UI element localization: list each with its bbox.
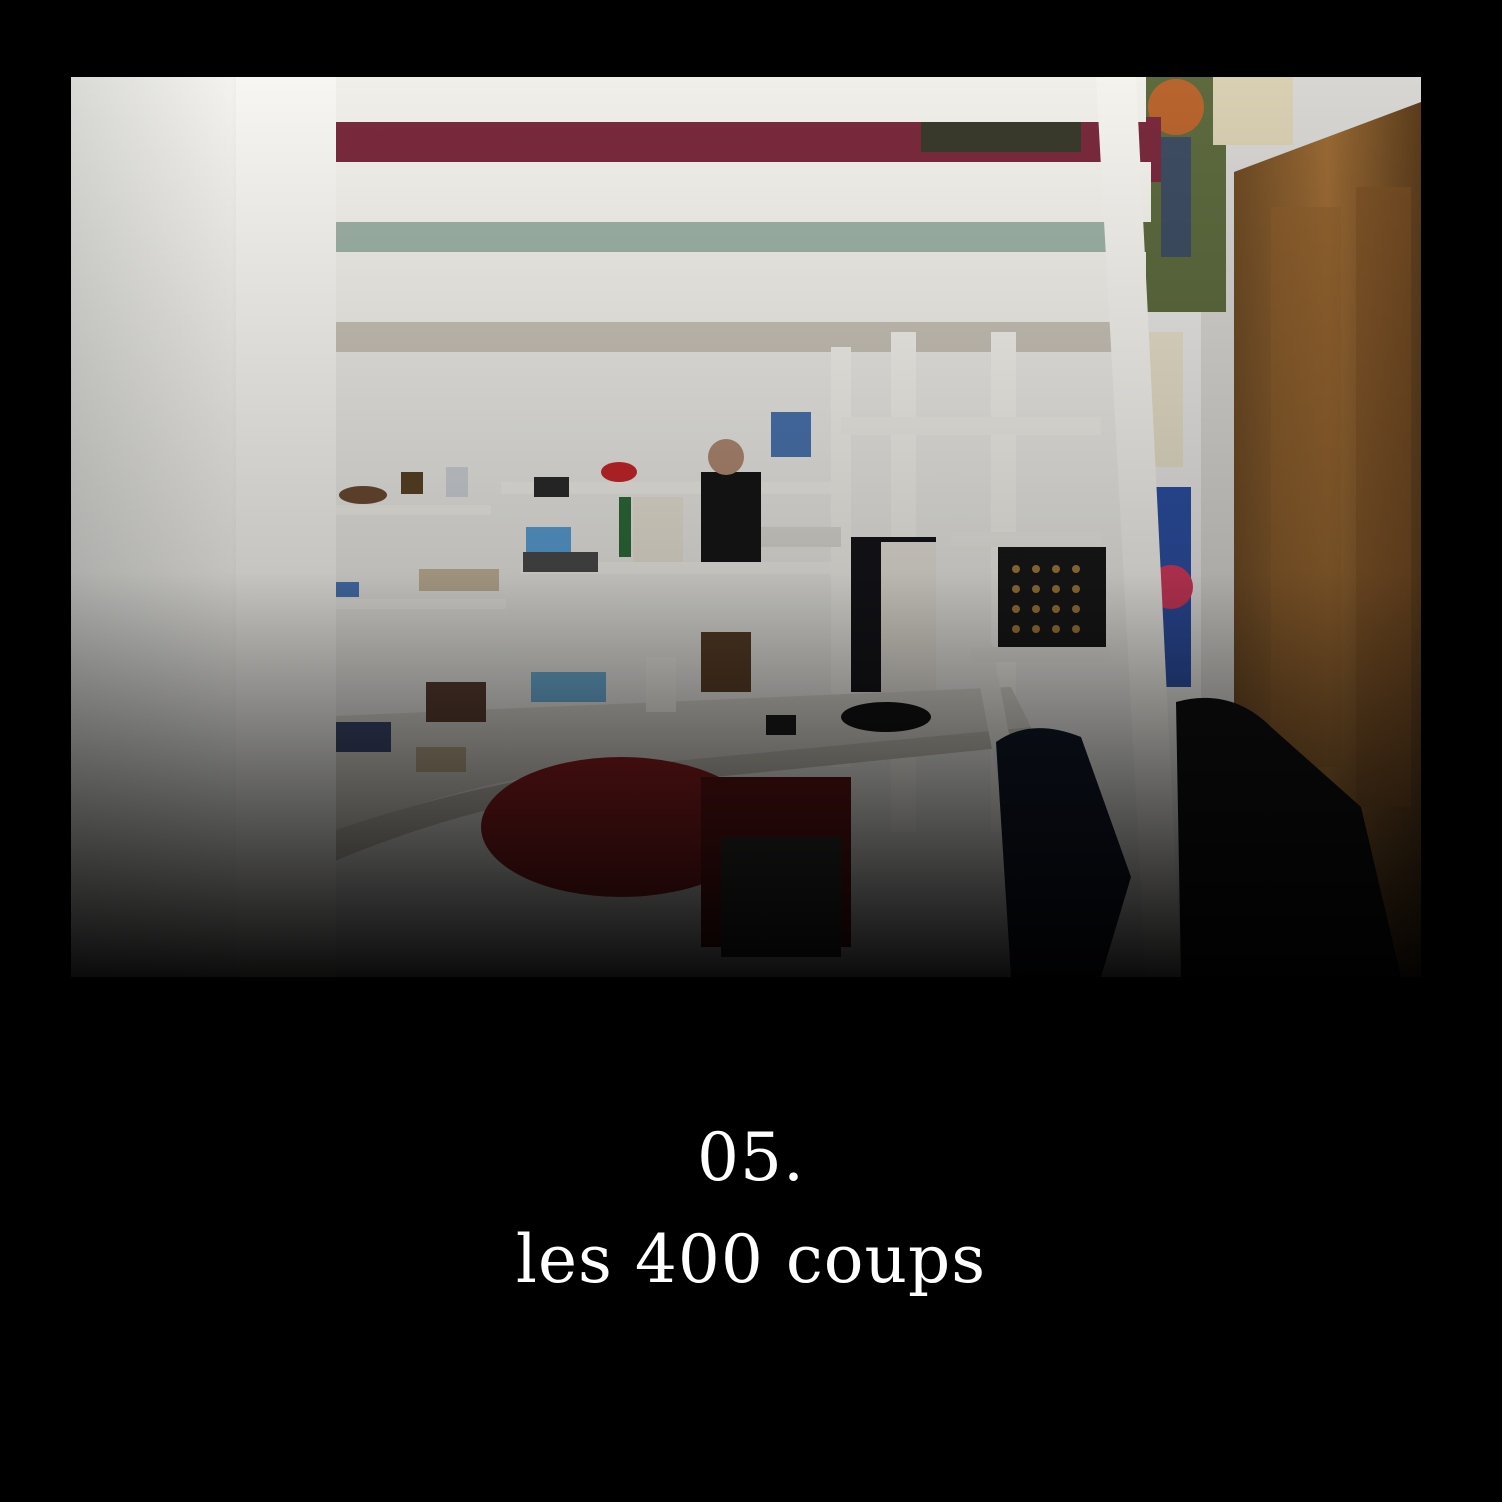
room-photograph bbox=[71, 77, 1421, 977]
caption-number: 05. bbox=[697, 1119, 805, 1196]
caption-title: les 400 coups bbox=[515, 1221, 987, 1298]
